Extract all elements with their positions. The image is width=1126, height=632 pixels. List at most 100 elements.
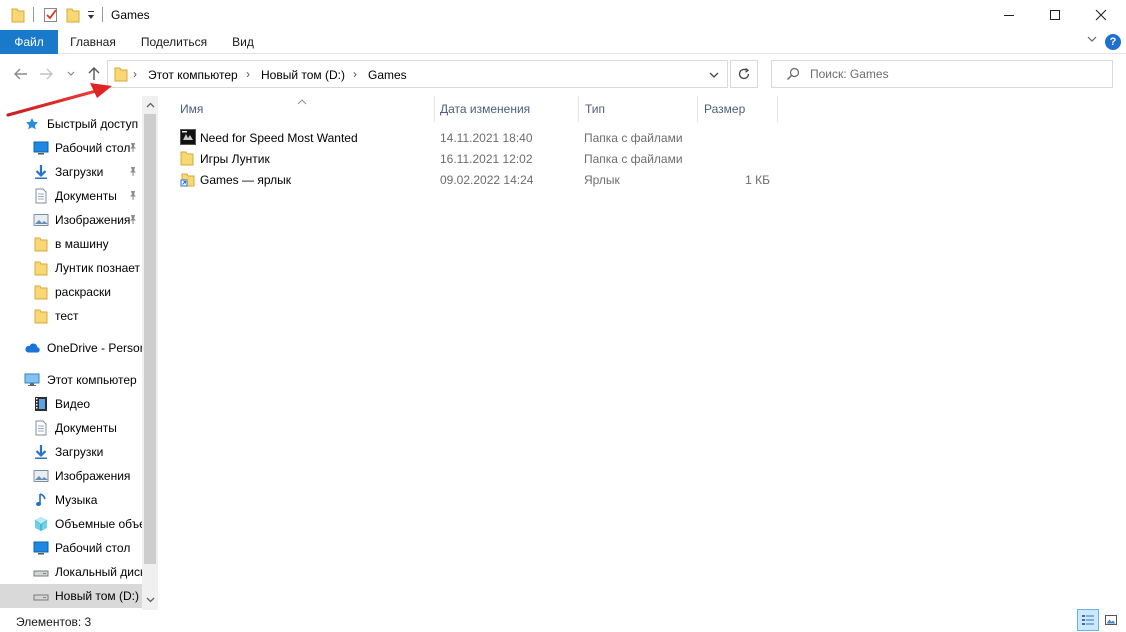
column-header-name[interactable]: Имя <box>180 96 430 122</box>
nav-item[interactable]: Видео <box>0 392 142 416</box>
nav-item[interactable]: Изображения <box>0 464 142 488</box>
nav-item-label: Этот компьютер <box>47 373 137 387</box>
nav-item[interactable]: Этот компьютер <box>0 368 142 392</box>
nav-item-label: в машину <box>55 237 109 251</box>
breadcrumb-drive-d[interactable]: Новый том (D:) <box>261 68 345 82</box>
cube-icon <box>33 516 49 532</box>
breadcrumb-games[interactable]: Games <box>368 68 407 82</box>
column-header-type[interactable]: Тип <box>585 96 695 122</box>
nav-item-label: Документы <box>55 421 117 435</box>
search-icon <box>786 67 800 84</box>
chevron-down-icon <box>146 597 154 603</box>
nav-item[interactable]: Документы <box>0 416 142 440</box>
column-divider[interactable] <box>777 96 778 122</box>
folder-icon <box>33 260 49 276</box>
address-history-dropdown[interactable] <box>708 69 720 84</box>
title-bar: Games <box>0 0 1126 30</box>
nav-item-label: OneDrive - Personal <box>47 341 142 355</box>
folder-icon <box>33 308 49 324</box>
nav-item[interactable]: Загрузки <box>0 160 142 184</box>
tab-view[interactable]: Вид <box>224 30 262 54</box>
pin-icon <box>128 190 138 204</box>
tab-file[interactable]: Файл <box>0 30 58 54</box>
minimize-icon <box>1004 15 1014 16</box>
nav-item-label: Рабочий стол <box>55 141 131 155</box>
shortcut-icon <box>180 171 196 187</box>
pictures-icon <box>33 468 49 484</box>
customize-toolbar-icon[interactable] <box>86 9 96 25</box>
nav-item[interactable]: Документы <box>0 184 142 208</box>
tab-share[interactable]: Поделиться <box>132 30 216 54</box>
file-row[interactable]: Games — ярлык 09.02.2022 14:24 Ярлык 1 КБ <box>178 169 778 190</box>
folder-icon <box>180 150 196 166</box>
nav-item[interactable]: Рабочий стол <box>0 536 142 560</box>
nav-item[interactable]: в машину <box>0 232 142 256</box>
nav-item-label: Загрузки <box>55 445 104 459</box>
new-folder-icon[interactable] <box>66 7 80 23</box>
nav-item[interactable]: Рабочий стол <box>0 136 142 160</box>
address-bar[interactable]: › Этот компьютер › Новый том (D:) › Game… <box>107 60 728 88</box>
file-row[interactable]: Игры Лунтик 16.11.2021 12:02 Папка с файла… <box>178 148 778 169</box>
breadcrumb-separator[interactable]: › <box>133 67 137 81</box>
breadcrumb-this-pc[interactable]: Этот компьютер <box>148 68 238 82</box>
nav-item-label: Музыка <box>55 493 98 507</box>
breadcrumb-separator[interactable]: › <box>353 67 357 81</box>
nav-item[interactable]: Объемные объекты <box>0 512 142 536</box>
nav-item[interactable]: Новый том (D:) <box>0 584 142 608</box>
file-type: Папка с файлами <box>584 131 683 145</box>
breadcrumb-separator[interactable]: › <box>246 67 250 81</box>
scroll-up-button[interactable] <box>142 97 158 113</box>
video-icon <box>33 396 49 412</box>
nav-item-label: Рабочий стол <box>55 541 131 555</box>
toolbar-divider <box>33 7 34 22</box>
nav-item[interactable]: раскраски <box>0 280 142 304</box>
column-divider[interactable] <box>434 96 435 122</box>
nav-item-label: тест <box>55 309 79 323</box>
desktop-icon <box>33 140 49 156</box>
computer-icon <box>24 372 40 388</box>
large-icons-view-icon <box>1105 615 1117 625</box>
chevron-down-icon <box>709 72 719 78</box>
scroll-down-button[interactable] <box>142 592 158 608</box>
properties-icon[interactable] <box>43 7 59 23</box>
column-header-size[interactable]: Размер <box>704 96 774 122</box>
details-view-button[interactable] <box>1077 609 1099 631</box>
nav-item[interactable]: Загрузки <box>0 440 142 464</box>
nav-item[interactable]: Лунтик познает мир <box>0 256 142 280</box>
help-icon[interactable]: ? <box>1105 34 1121 50</box>
column-header-date[interactable]: Дата изменения <box>440 96 572 122</box>
window-title: Games <box>111 8 150 22</box>
file-date: 16.11.2021 12:02 <box>440 152 533 166</box>
nav-item-label: Изображения <box>55 213 131 227</box>
tab-home[interactable]: Главная <box>62 30 124 54</box>
nav-item[interactable]: тест <box>0 304 142 328</box>
game-folder-icon <box>180 129 196 145</box>
title-divider <box>102 7 103 22</box>
maximize-button[interactable] <box>1032 0 1078 30</box>
download-icon <box>33 444 49 460</box>
annotation-arrow <box>6 83 112 117</box>
file-size: 1 КБ <box>745 173 770 187</box>
folder-icon <box>11 7 25 23</box>
item-count: Элементов: 3 <box>16 615 92 629</box>
nav-item[interactable]: Локальный диск (C:) <box>0 560 142 584</box>
large-icons-view-button[interactable] <box>1100 609 1122 631</box>
nav-item[interactable]: Музыка <box>0 488 142 512</box>
file-row[interactable]: Need for Speed Most Wanted 14.11.2021 18:… <box>178 127 778 148</box>
refresh-button[interactable] <box>730 60 758 88</box>
search-input[interactable] <box>810 65 1100 83</box>
column-divider[interactable] <box>697 96 698 122</box>
nav-item[interactable]: OneDrive - Personal <box>0 336 142 360</box>
minimize-button[interactable] <box>986 0 1032 30</box>
maximize-icon <box>1050 10 1060 20</box>
search-box[interactable] <box>771 60 1113 88</box>
close-button[interactable] <box>1078 0 1124 30</box>
column-divider[interactable] <box>578 96 579 122</box>
file-name: Игры Лунтик <box>200 152 270 166</box>
close-icon <box>1095 9 1107 21</box>
file-date: 09.02.2022 14:24 <box>440 173 534 187</box>
chevron-down-icon[interactable] <box>1086 33 1098 48</box>
cloud-icon <box>24 340 40 356</box>
scroll-thumb[interactable] <box>144 114 156 564</box>
nav-item[interactable]: Изображения <box>0 208 142 232</box>
